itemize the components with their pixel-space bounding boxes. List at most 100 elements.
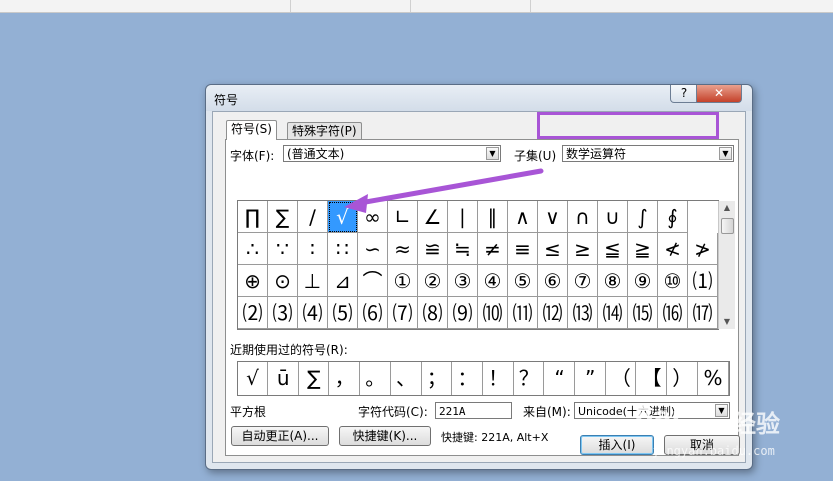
symbol-cell[interactable]: ⊥: [298, 265, 328, 297]
symbol-cell[interactable]: ∞: [358, 201, 388, 233]
recent-symbol-cell[interactable]: ！: [484, 362, 514, 395]
dialog-titlebar[interactable]: 符号 ? ✕: [206, 85, 752, 111]
symbol-cell[interactable]: ∷: [328, 233, 358, 265]
symbol-cell[interactable]: ∴: [238, 233, 268, 265]
symbol-cell[interactable]: ≥: [568, 233, 598, 265]
symbol-cell[interactable]: ⑶: [268, 297, 298, 329]
symbol-cell[interactable]: ⑨: [628, 265, 658, 297]
symbol-cell[interactable]: ⊙: [268, 265, 298, 297]
recent-symbol-cell[interactable]: “: [545, 362, 575, 395]
symbol-cell[interactable]: ⑦: [568, 265, 598, 297]
scroll-down-icon[interactable]: ▼: [719, 315, 735, 329]
symbol-cell[interactable]: ⑵: [238, 297, 268, 329]
symbol-cell[interactable]: ≈: [388, 233, 418, 265]
recent-symbol-cell[interactable]: 、: [392, 362, 422, 395]
symbol-cell[interactable]: ⑸: [328, 297, 358, 329]
symbol-cell[interactable]: ∫: [628, 201, 658, 233]
symbol-cell[interactable]: ∧: [508, 201, 538, 233]
symbol-cell[interactable]: ∠: [418, 201, 448, 233]
symbol-cell[interactable]: ⑺: [388, 297, 418, 329]
shortcut-key-button[interactable]: 快捷键(K)...: [339, 426, 431, 446]
recent-symbol-cell[interactable]: 【: [637, 362, 668, 395]
symbol-cell[interactable]: ⑥: [538, 265, 568, 297]
chevron-down-icon[interactable]: ▼: [719, 147, 732, 160]
symbol-cell[interactable]: ⑤: [508, 265, 538, 297]
symbol-cell[interactable]: ⑾: [508, 297, 538, 329]
scroll-up-icon[interactable]: ▲: [719, 201, 735, 215]
symbol-cell[interactable]: ⒂: [628, 297, 658, 329]
recent-symbol-cell[interactable]: ∑: [299, 362, 330, 395]
tab-symbols[interactable]: 符号(S): [226, 120, 277, 140]
recent-symbol-cell[interactable]: ”: [576, 362, 606, 395]
cancel-button[interactable]: 取消: [664, 435, 740, 455]
symbol-cell[interactable]: ⑷: [298, 297, 328, 329]
symbol-cell[interactable]: ∨: [538, 201, 568, 233]
symbol-cell[interactable]: ②: [418, 265, 448, 297]
symbol-cell[interactable]: ∩: [568, 201, 598, 233]
symbol-cell[interactable]: ⌒: [358, 265, 388, 297]
recent-symbol-cell[interactable]: ，: [330, 362, 361, 395]
symbol-cell[interactable]: ④: [478, 265, 508, 297]
font-select[interactable]: (普通文本) ▼: [283, 145, 501, 162]
chevron-down-icon[interactable]: ▼: [486, 147, 499, 160]
symbol-cell[interactable]: ∪: [598, 201, 628, 233]
symbol-cell[interactable]: ⑿: [538, 297, 568, 329]
recent-symbol-cell[interactable]: （: [606, 362, 637, 395]
symbol-cell[interactable]: ①: [388, 265, 418, 297]
insert-button[interactable]: 插入(I): [580, 435, 654, 455]
chevron-down-icon[interactable]: ▼: [715, 404, 728, 417]
symbol-cell[interactable]: √: [328, 201, 358, 233]
symbol-cell[interactable]: ≡: [508, 233, 538, 265]
symbol-cell[interactable]: ⒁: [598, 297, 628, 329]
symbol-grid-scrollbar[interactable]: ▲ ▼: [718, 201, 735, 329]
tab-special-characters[interactable]: 特殊字符(P): [287, 122, 362, 140]
recent-symbol-cell[interactable]: %: [699, 362, 729, 395]
symbol-cell[interactable]: ≯: [688, 233, 718, 265]
recent-symbol-cell[interactable]: ū: [269, 362, 299, 395]
recent-symbol-cell[interactable]: ？: [514, 362, 545, 395]
symbol-cell[interactable]: ≧: [628, 233, 658, 265]
symbol-cell[interactable]: ∶: [298, 233, 328, 265]
from-label: 来自(M):: [523, 405, 571, 419]
symbol-cell[interactable]: ∽: [358, 233, 388, 265]
help-button[interactable]: ?: [670, 85, 698, 103]
from-select[interactable]: Unicode(十六进制) ▼: [574, 402, 730, 419]
symbol-cell[interactable]: ≠: [478, 233, 508, 265]
symbol-cell[interactable]: ⑴: [688, 265, 718, 297]
symbol-cell[interactable]: ⒄: [688, 297, 718, 329]
autocorrect-button[interactable]: 自动更正(A)...: [231, 426, 329, 446]
symbol-cell[interactable]: ∏: [238, 201, 268, 233]
recent-symbol-cell[interactable]: 。: [361, 362, 391, 395]
symbol-cell[interactable]: ⊿: [328, 265, 358, 297]
symbol-cell[interactable]: ∕: [298, 201, 328, 233]
symbol-cell[interactable]: ⑼: [448, 297, 478, 329]
symbol-cell[interactable]: ⒀: [568, 297, 598, 329]
symbol-cell[interactable]: ∮: [658, 201, 688, 233]
character-code-input[interactable]: 221A: [435, 402, 512, 419]
symbol-cell[interactable]: ⑽: [478, 297, 508, 329]
recent-symbol-cell[interactable]: ；: [422, 362, 453, 395]
symbol-cell[interactable]: ≤: [538, 233, 568, 265]
symbol-cell[interactable]: ∑: [268, 201, 298, 233]
symbol-cell[interactable]: ⊕: [238, 265, 268, 297]
symbol-cell[interactable]: ⑻: [418, 297, 448, 329]
scrollbar-thumb[interactable]: [721, 218, 734, 234]
symbol-cell[interactable]: ∣: [448, 201, 478, 233]
symbol-cell[interactable]: ∟: [388, 201, 418, 233]
symbol-cell[interactable]: ≦: [598, 233, 628, 265]
symbol-cell[interactable]: ≒: [448, 233, 478, 265]
recent-symbol-cell[interactable]: ）: [668, 362, 698, 395]
symbol-cell[interactable]: ∥: [478, 201, 508, 233]
recent-symbol-cell[interactable]: ：: [453, 362, 483, 395]
symbol-cell[interactable]: ⑹: [358, 297, 388, 329]
close-button[interactable]: ✕: [696, 85, 742, 103]
symbol-cell[interactable]: ∵: [268, 233, 298, 265]
recent-symbol-cell[interactable]: √: [238, 362, 268, 395]
subset-select[interactable]: 数学运算符 ▼: [562, 145, 734, 162]
symbol-cell[interactable]: ⑧: [598, 265, 628, 297]
symbol-cell[interactable]: ⒃: [658, 297, 688, 329]
symbol-cell[interactable]: ≌: [418, 233, 448, 265]
symbol-cell[interactable]: ③: [448, 265, 478, 297]
symbol-cell[interactable]: ≮: [658, 233, 688, 265]
symbol-cell[interactable]: ⑩: [658, 265, 688, 297]
